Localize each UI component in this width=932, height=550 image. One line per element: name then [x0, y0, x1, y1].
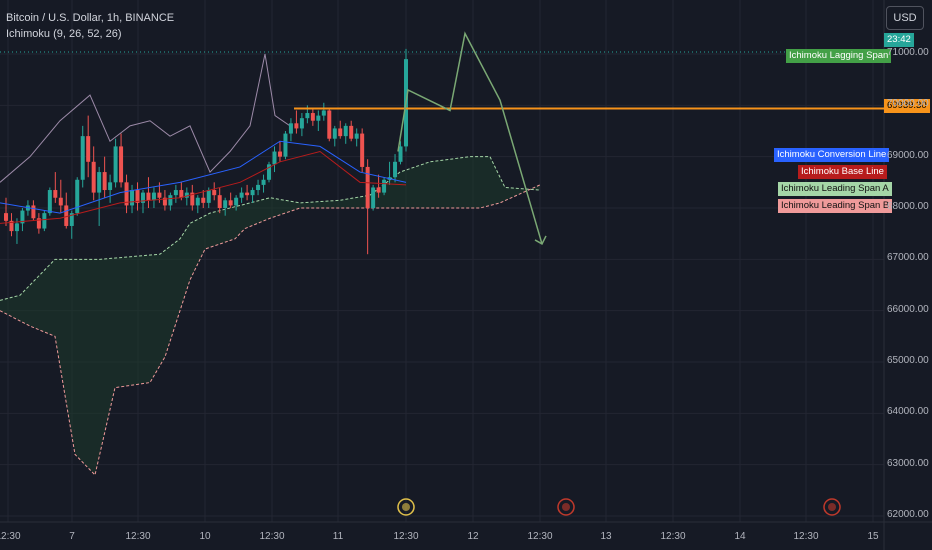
candle-body — [14, 223, 19, 232]
time-tick-label: 7 — [69, 531, 75, 542]
candle-body — [277, 151, 282, 157]
candle-body — [305, 113, 310, 119]
candle-body — [288, 123, 293, 134]
price-tick-label: 63000.00 — [887, 457, 929, 469]
time-tick-label: 11 — [332, 531, 344, 542]
candle-body — [53, 190, 58, 198]
candle-body — [102, 172, 107, 191]
candle-body — [261, 179, 266, 185]
candle-body — [212, 190, 217, 196]
candle-body — [146, 192, 151, 201]
conversion-line-tag: Ichimoku Conversion Line — [774, 148, 890, 162]
event-marker-icon-core — [402, 503, 410, 511]
time-tick-label: 12:30 — [259, 531, 285, 542]
time-tick-label: 12:30 — [660, 531, 686, 542]
candle-body — [245, 192, 250, 196]
price-tick-label: 68000.00 — [887, 201, 929, 212]
candle-body — [151, 192, 156, 201]
candle-body — [86, 136, 91, 162]
candle-body — [299, 118, 304, 129]
candle-body — [42, 213, 47, 229]
time-tick-label: 12:30 — [793, 531, 819, 542]
time-tick-label: 12 — [467, 531, 479, 542]
candle-body — [157, 192, 162, 198]
candle-body — [382, 179, 387, 193]
candle-body — [338, 128, 343, 137]
ichimoku-cloud — [0, 156, 540, 475]
price-tick-label: 62000.00 — [887, 509, 929, 520]
candle-body — [64, 205, 69, 226]
price-tick-label: 70000.00 — [887, 98, 929, 110]
candle-body — [119, 146, 124, 183]
candle-body — [393, 161, 398, 178]
candle-body — [130, 190, 135, 206]
lagging-span-tag: Ichimoku Lagging Span — [786, 49, 892, 63]
projection-path — [397, 31, 543, 245]
time-tick-label: 12:30 — [0, 531, 21, 542]
candle-body — [58, 197, 63, 206]
event-marker-icon-core — [562, 503, 570, 511]
price-tick-label: 64000.00 — [887, 406, 929, 418]
time-tick-label: 12:30 — [527, 531, 553, 542]
candle-body — [234, 197, 239, 206]
candle-body — [327, 110, 332, 139]
event-marker-icon-core — [828, 503, 836, 511]
price-tick-label: 66000.00 — [887, 303, 929, 315]
candle-body — [4, 213, 8, 221]
candle-body — [321, 110, 326, 116]
currency-button[interactable]: USD — [886, 6, 924, 30]
price-tick-label: 67000.00 — [887, 252, 929, 264]
candle-body — [256, 184, 261, 191]
time-tick-label: 12:30 — [393, 531, 419, 542]
candle-body — [168, 195, 173, 206]
countdown-tag: 23:42 — [884, 33, 914, 47]
candle-body — [250, 190, 255, 196]
candle-body — [201, 197, 206, 203]
candle-body — [195, 197, 200, 206]
candle-body — [91, 161, 96, 193]
candle-body — [349, 125, 354, 139]
candle-body — [108, 182, 113, 191]
candle-body — [316, 115, 321, 121]
candle-body — [31, 205, 36, 219]
symbol-title: Bitcoin / U.S. Dollar, 1h, BINANCE — [6, 12, 175, 24]
base-line-tag: Ichimoku Base Line — [798, 165, 887, 179]
candle-body — [47, 190, 52, 214]
time-tick-label: 15 — [867, 531, 879, 542]
candle-body — [228, 200, 233, 206]
candle-body — [113, 146, 118, 183]
candle-body — [332, 128, 337, 139]
candle-body — [310, 113, 315, 121]
candle-body — [376, 187, 381, 193]
leading-span-a-tag: Ichimoku Leading Span A — [778, 182, 892, 196]
candle-body — [173, 190, 178, 196]
price-tick-label: 71000.00 — [887, 47, 929, 58]
candle-body — [272, 151, 277, 165]
candle-body — [239, 192, 244, 198]
candle-body — [217, 195, 222, 208]
price-tick-label: 65000.00 — [887, 355, 929, 366]
candle-body — [206, 190, 211, 203]
time-tick-label: 10 — [199, 531, 211, 542]
leading-span-b-tag: Ichimoku Leading Span B — [778, 199, 893, 213]
price-chart[interactable] — [0, 0, 932, 550]
candle-body — [360, 133, 365, 167]
price-tick-label: 69000.00 — [887, 149, 929, 161]
candle-body — [97, 172, 102, 193]
candle-body — [371, 187, 376, 208]
candle-body — [80, 136, 85, 180]
time-tick-label: 12:30 — [125, 531, 151, 542]
candle-body — [343, 125, 348, 137]
chart-legend: Bitcoin / U.S. Dollar, 1h, BINANCE Ichim… — [6, 10, 174, 42]
time-tick-label: 14 — [734, 531, 746, 542]
candle-body — [283, 133, 288, 157]
candle-body — [223, 200, 228, 208]
time-tick-label: 13 — [600, 531, 612, 542]
indicator-title: Ichimoku (9, 26, 52, 26) — [6, 28, 122, 40]
candle-body — [354, 133, 359, 139]
candle-body — [294, 123, 299, 129]
